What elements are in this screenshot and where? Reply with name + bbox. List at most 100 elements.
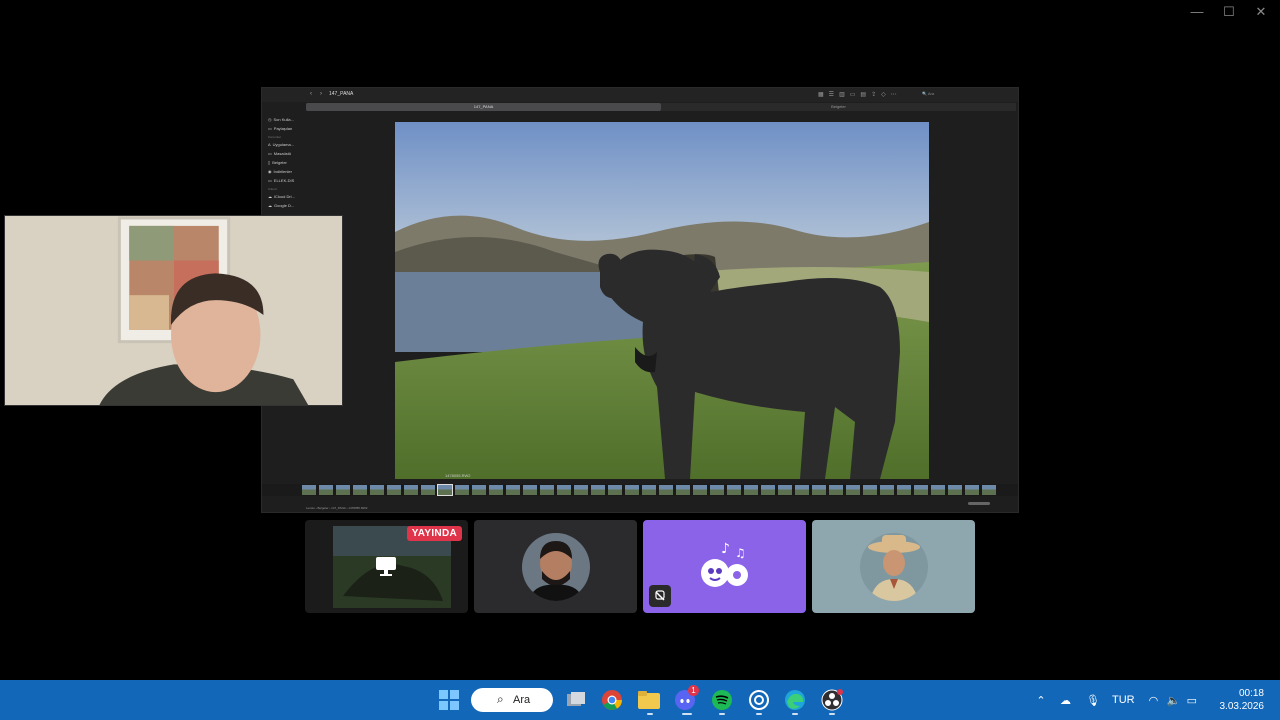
sidebar-item-documents[interactable]: ▯ Belgeler	[268, 158, 304, 167]
chatgpt-icon[interactable]	[747, 688, 771, 712]
spotify-icon[interactable]	[710, 688, 734, 712]
filmstrip-thumbnail[interactable]	[778, 485, 792, 495]
filmstrip-thumbnail[interactable]	[455, 485, 469, 495]
sidebar-item-recents[interactable]: ◷ Son Kulla...	[268, 115, 304, 124]
filmstrip-scrollbar[interactable]	[968, 502, 990, 505]
filmstrip-thumbnail[interactable]	[676, 485, 690, 495]
search-label: Ara	[513, 694, 531, 706]
microphone-icon[interactable]: 🎙	[1086, 694, 1100, 707]
edge-icon[interactable]	[783, 688, 807, 712]
filmstrip-thumbnail[interactable]	[625, 485, 639, 495]
share-icon[interactable]: ⇪	[871, 91, 876, 98]
sidebar-item-google-drive[interactable]: ☁ Google D...	[268, 201, 304, 210]
participant-avatar	[521, 532, 590, 601]
filmstrip-thumbnail[interactable]	[574, 485, 588, 495]
notification-badge: 1	[688, 685, 699, 696]
music-bot-avatar: ♪ ♫	[690, 532, 759, 601]
filmstrip-thumbnail[interactable]	[693, 485, 707, 495]
filmstrip-thumbnail[interactable]	[744, 485, 758, 495]
tag-icon[interactable]: ◇	[881, 91, 886, 98]
filmstrip-thumbnail[interactable]	[421, 485, 435, 495]
back-icon[interactable]: ‹	[310, 91, 312, 97]
filmstrip-thumbnail[interactable]	[336, 485, 350, 495]
tile-participant[interactable]	[474, 520, 637, 613]
taskbar-search[interactable]: ⌕ Ara	[471, 688, 553, 712]
filmstrip-thumbnail[interactable]	[948, 485, 962, 495]
filmstrip[interactable]	[262, 484, 1018, 496]
close-icon[interactable]: ✕	[1254, 4, 1268, 20]
sidebar-item-applications[interactable]: A Uygulama...	[268, 140, 304, 149]
filmstrip-thumbnail[interactable]	[914, 485, 928, 495]
forward-icon[interactable]: ›	[320, 91, 322, 97]
chrome-icon[interactable]	[600, 688, 624, 712]
filmstrip-thumbnail[interactable]	[370, 485, 384, 495]
filmstrip-thumbnail[interactable]	[642, 485, 656, 495]
chevron-up-icon[interactable]: ⌃	[1034, 694, 1048, 707]
filmstrip-thumbnail[interactable]	[761, 485, 775, 495]
sidebar-item-drive[interactable]: ▭ ELLEK-DIS	[268, 176, 304, 185]
tile-screen-share[interactable]: YAYINDA	[305, 520, 468, 613]
filmstrip-thumbnail[interactable]	[437, 484, 453, 496]
system-clock[interactable]: 00:18 3.03.2026	[1220, 687, 1265, 713]
filmstrip-thumbnail[interactable]	[319, 485, 333, 495]
filmstrip-thumbnail[interactable]	[880, 485, 894, 495]
volume-icon[interactable]: 🔈	[1167, 694, 1181, 707]
filmstrip-thumbnail[interactable]	[846, 485, 860, 495]
tab-second[interactable]: Belgeler	[666, 103, 1011, 111]
filmstrip-thumbnail[interactable]	[489, 485, 503, 495]
tile-participant-2[interactable]	[812, 520, 975, 613]
battery-icon[interactable]: ▭	[1187, 694, 1205, 707]
filmstrip-thumbnail[interactable]	[931, 485, 945, 495]
onedrive-icon[interactable]: ☁	[1060, 694, 1074, 707]
filmstrip-thumbnail[interactable]	[863, 485, 877, 495]
desktop-icon: ▭	[268, 151, 272, 156]
filmstrip-thumbnail[interactable]	[829, 485, 843, 495]
filmstrip-thumbnail[interactable]	[965, 485, 979, 495]
tab-active[interactable]: 147_PANA	[306, 103, 661, 111]
sidebar-item-desktop[interactable]: ▭ Masaüstü	[268, 149, 304, 158]
filmstrip-thumbnail[interactable]	[472, 485, 486, 495]
maximize-icon[interactable]: ☐	[1222, 4, 1236, 20]
filmstrip-thumbnail[interactable]	[523, 485, 537, 495]
sidebar-item-downloads[interactable]: ◉ İndirilenler	[268, 167, 304, 176]
grid-view-icon[interactable]: ▦	[818, 91, 824, 98]
filmstrip-thumbnail[interactable]	[591, 485, 605, 495]
filmstrip-thumbnail[interactable]	[982, 485, 996, 495]
filmstrip-thumbnail[interactable]	[812, 485, 826, 495]
running-indicator	[829, 713, 835, 715]
filmstrip-thumbnail[interactable]	[557, 485, 571, 495]
sidebar-item-shared[interactable]: ▭ Paylaşılan	[268, 124, 304, 133]
filmstrip-thumbnail[interactable]	[795, 485, 809, 495]
filmstrip-thumbnail[interactable]	[353, 485, 367, 495]
sidebar-item-icloud[interactable]: ☁ iCloud Dri...	[268, 192, 304, 201]
filmstrip-thumbnail[interactable]	[710, 485, 724, 495]
language-indicator[interactable]: TUR	[1112, 694, 1135, 706]
filmstrip-thumbnail[interactable]	[608, 485, 622, 495]
obs-icon[interactable]	[820, 688, 844, 712]
filmstrip-thumbnail[interactable]	[659, 485, 673, 495]
cloud-icon: ☁	[268, 194, 272, 199]
system-tray: ⌃ ☁ 🎙 TUR ◠ 🔈 ▭	[1034, 680, 1205, 720]
filmstrip-thumbnail[interactable]	[302, 485, 316, 495]
column-view-icon[interactable]: ▥	[839, 91, 845, 98]
filmstrip-thumbnail[interactable]	[404, 485, 418, 495]
windows-start-icon[interactable]	[437, 688, 461, 712]
filmstrip-thumbnail[interactable]	[727, 485, 741, 495]
minimize-icon[interactable]: —	[1190, 4, 1204, 20]
wifi-icon[interactable]: ◠	[1149, 694, 1163, 707]
list-view-icon[interactable]: ☰	[829, 91, 834, 98]
gallery-view-icon[interactable]: ▭	[850, 91, 856, 98]
task-view-icon[interactable]	[564, 688, 588, 712]
tile-music-bot[interactable]: ♪ ♫	[643, 520, 806, 613]
file-explorer-icon[interactable]	[637, 688, 661, 712]
group-icon[interactable]: ▤	[860, 91, 866, 98]
more-icon[interactable]: ⋯	[891, 91, 897, 98]
filmstrip-thumbnail[interactable]	[387, 485, 401, 495]
photo-filename: 1478055.RW2	[445, 473, 471, 478]
dog-photo	[395, 122, 929, 479]
filmstrip-thumbnail[interactable]	[897, 485, 911, 495]
filmstrip-thumbnail[interactable]	[506, 485, 520, 495]
filmstrip-thumbnail[interactable]	[540, 485, 554, 495]
muted-icon	[649, 585, 671, 607]
finder-search[interactable]: 🔍 Ara	[922, 91, 934, 96]
